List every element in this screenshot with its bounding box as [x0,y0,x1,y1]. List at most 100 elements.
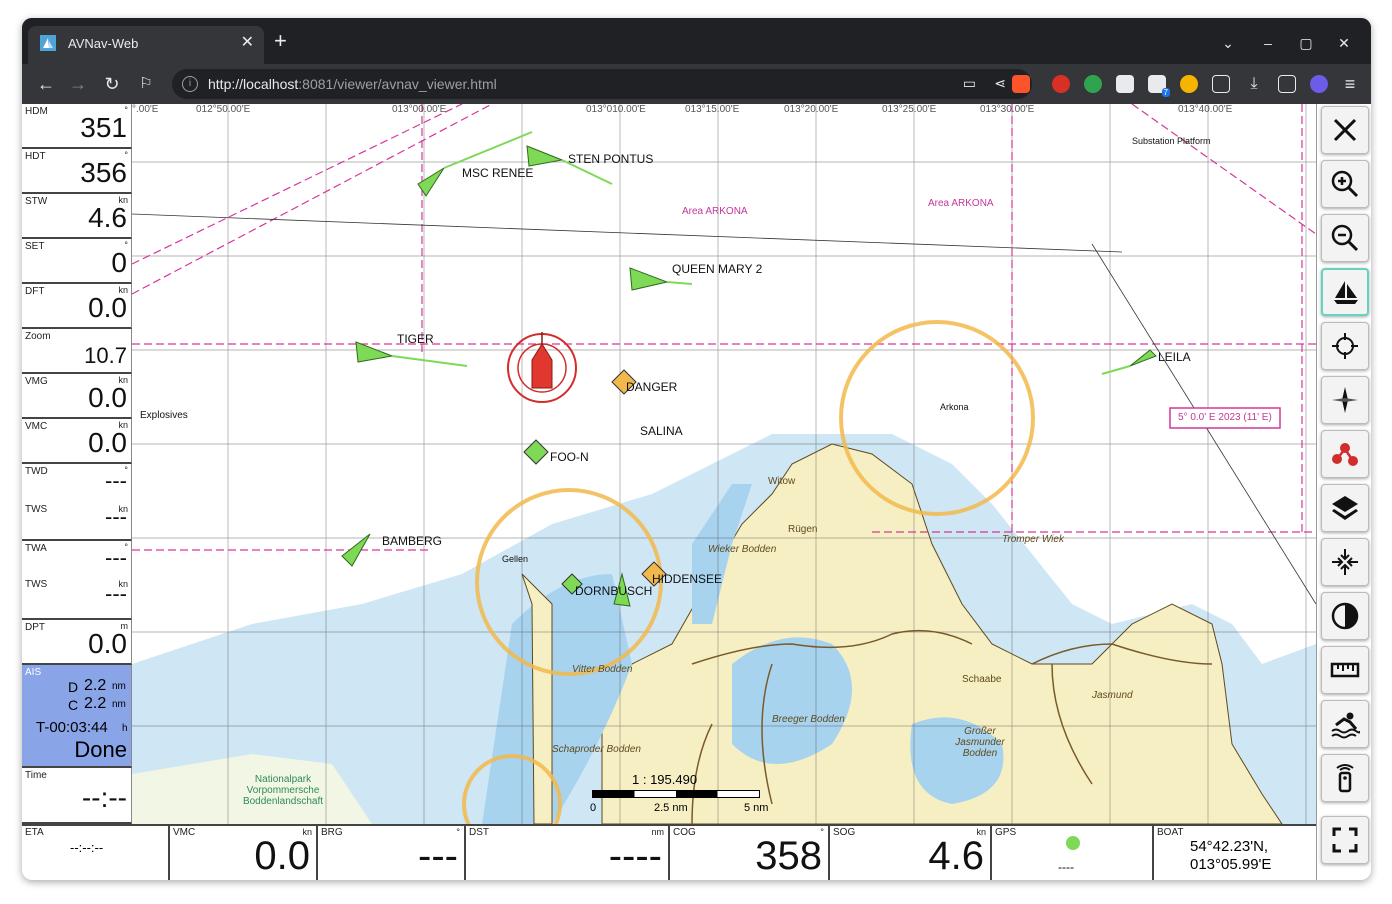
sidebar-icon[interactable] [1278,75,1296,93]
ais-widget[interactable]: AIS D 2.2 nm C 2.2 nm T-00:03:44 h Done [22,665,132,768]
new-tab-icon[interactable]: + [274,28,287,54]
widget-label: Time [25,770,47,781]
routes-button[interactable] [1321,430,1369,478]
place-label: Schaproder Bodden [552,744,641,755]
widget-value: --- [105,504,127,529]
leo-ai-icon[interactable] [1310,75,1328,93]
tab-close-icon[interactable]: ✕ [241,32,254,52]
minimize-icon[interactable]: – [1256,31,1280,55]
gps-status-icon [1066,836,1080,850]
layers-button[interactable] [1321,484,1369,532]
vmc-bottom-widget[interactable]: VMC kn 0.0 [170,826,318,880]
address-bar[interactable]: i http://localhost:8081/viewer/avnav_vie… [172,69,1032,99]
lon-tick: 013°30.00'E [980,104,1035,115]
eta-widget[interactable]: ETA --:--:-- [22,826,170,880]
mob-button[interactable] [1321,700,1369,748]
lon-tick: 013°010.00'E [586,104,646,115]
brave-shield-icon[interactable] [1012,75,1030,93]
area-label: Area ARKONA [682,206,748,217]
place-label: Wieker Bodden [708,544,777,555]
ais-label-sten-pontus[interactable]: STEN PONTUS [568,152,653,166]
zoom-widget[interactable]: Zoom 10.7 [22,329,132,374]
sog-widget[interactable]: SOG kn 4.6 [830,826,992,880]
ais-label-msc-renee[interactable]: MSC RENEE [462,166,533,180]
site-info-icon[interactable]: i [182,76,198,92]
extension-m-icon[interactable] [1116,75,1134,93]
avnav-viewport: °.00'E 012°50.00'E 013°00.00'E 013°010.0… [22,104,1371,880]
widget-value: --:-- [81,782,127,813]
extension-home-icon[interactable]: 7 [1148,75,1170,97]
zoom-out-button[interactable] [1321,214,1369,262]
anchor-center-button[interactable] [1321,538,1369,586]
waypoint-label-foo-n[interactable]: FOO-N [550,450,589,464]
vmg-widget[interactable]: VMG kn 0.0 [22,374,132,419]
compass-button[interactable] [1321,376,1369,424]
window-close-icon[interactable]: ✕ [1332,31,1356,55]
set-widget[interactable]: SET ° 0 [22,239,132,284]
reload-icon[interactable]: ↻ [100,72,124,96]
widget-value: 0.0 [88,628,127,659]
stw-widget[interactable]: STW kn 4.6 [22,194,132,239]
download-icon[interactable]: ⤓ [1242,72,1266,96]
depth-widget[interactable]: DPT m 0.0 [22,620,132,665]
right-button-bar [1316,104,1371,880]
lon-tick: °.00'E [132,104,159,115]
cog-widget[interactable]: COG ° 358 [670,826,830,880]
forward-icon[interactable]: → [66,72,90,96]
ais-c-unit: nm [112,699,126,710]
remote-button[interactable] [1321,754,1369,802]
fullscreen-button[interactable] [1321,816,1369,864]
share-icon[interactable]: ⋖ [994,75,1006,92]
extension-sync-icon[interactable] [1084,75,1102,93]
widget-label: VMG [25,376,48,387]
extension-record-icon[interactable] [1052,75,1070,93]
hdm-widget[interactable]: HDM ° 351 [22,104,132,149]
extension-face-icon[interactable] [1180,75,1198,93]
ais-label-bamberg[interactable]: BAMBERG [382,534,442,548]
vmc-widget[interactable]: VMC kn 0.0 [22,419,132,464]
dst-widget[interactable]: DST nm ---- [466,826,670,880]
ais-label-salina[interactable]: SALINA [640,424,683,438]
ais-label-queen-mary-2[interactable]: QUEEN MARY 2 [672,262,762,276]
bookmark-icon[interactable]: ⚐ [134,72,158,96]
layers-icon [1332,496,1358,520]
ais-label-hiddensee[interactable]: HIDDENSEE [652,572,722,586]
boat-lock-button[interactable] [1321,268,1369,316]
hdt-widget[interactable]: HDT ° 356 [22,149,132,194]
menu-icon[interactable]: ≡ [1338,72,1362,96]
remote-control-icon [1336,764,1354,793]
brg-widget[interactable]: BRG ° --- [318,826,466,880]
night-mode-button[interactable] [1321,592,1369,640]
scale-bar-graphic [592,790,760,798]
gps-widget[interactable]: GPS ---- [992,826,1154,880]
tab-search-icon[interactable]: ⌄ [1216,31,1240,55]
close-button[interactable] [1321,106,1369,154]
tab-avnav[interactable]: AVNav-Web ✕ [28,26,264,64]
time-widget[interactable]: Time --:-- [22,768,132,824]
browser-toolbar: ← → ↻ ⚐ i http://localhost:8081/viewer/a… [22,64,1371,104]
waypoint-label-danger[interactable]: DANGER [626,380,677,394]
waypoint-label-dornbusch[interactable]: DORNBUSCH [575,584,652,598]
extensions-puzzle-icon[interactable] [1212,75,1230,93]
back-icon[interactable]: ← [34,72,58,96]
lon-tick: 013°25.00'E [882,104,937,115]
measure-button[interactable] [1321,646,1369,694]
ais-label-leila[interactable]: LEILA [1158,350,1191,364]
nautical-chart-map[interactable]: °.00'E 012°50.00'E 013°00.00'E 013°010.0… [132,104,1316,824]
ais-label-tiger[interactable]: TIGER [397,332,434,346]
zoom-in-button[interactable] [1321,160,1369,208]
ais-target-name: Done [74,737,127,762]
widget-value: --- [105,545,127,570]
maximize-icon[interactable]: ▢ [1294,31,1318,55]
widget-label: STW [25,196,48,207]
widget-label: HDM [25,106,48,117]
sailboat-icon [1334,281,1358,304]
widget-value: --- [105,581,127,606]
apparent-wind-widget[interactable]: TWA ° --- TWS kn --- [22,541,132,620]
url-path: :8081/viewer/avnav_viewer.html [298,76,497,92]
center-button[interactable] [1321,322,1369,370]
cast-icon[interactable]: ▭ [963,75,976,92]
boat-position-widget[interactable]: BOAT 54°42.23'N, 013°05.99'E [1154,826,1316,880]
true-wind-widget[interactable]: TWD ° --- TWS kn --- [22,464,132,541]
dft-widget[interactable]: DFT kn 0.0 [22,284,132,329]
